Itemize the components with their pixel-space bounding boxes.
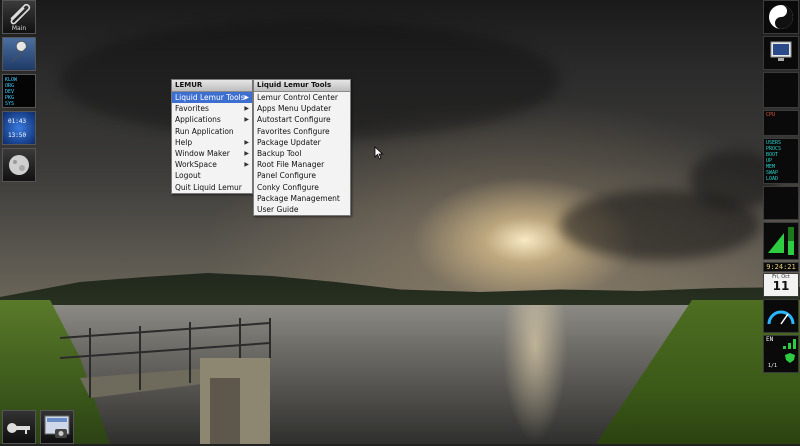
stats-text: USERS PROCS BOOT UP MEM SWAP LOAD [766,140,782,182]
keys-tile[interactable] [2,410,36,444]
system-monitor-tile[interactable]: KLOW ORG DEV PKG SYS [2,74,36,108]
screenshot-tile[interactable] [40,410,74,444]
menu-item-backup-tool[interactable]: Backup Tool [254,148,350,159]
tools-dock-tile[interactable] [2,37,36,71]
yin-yang-tile[interactable] [763,0,799,34]
menu-item-help[interactable]: Help ▶ [172,137,252,148]
clock-time-2: 13:50 [8,132,27,139]
yin-yang-icon [769,5,793,29]
menu-item-panel-configure[interactable]: Panel Configure [254,170,350,181]
time-tile: 9:24:21 [763,262,799,272]
menu-item-favorites[interactable]: Favorites ▶ [172,103,252,114]
cpu-tile: CPU [763,110,799,136]
gauge-tile [763,299,799,333]
volume-tile[interactable] [763,222,799,260]
system-monitor-icon: KLOW ORG DEV PKG SYS [5,77,18,107]
menu-item-user-guide[interactable]: User Guide [254,204,350,215]
submenu-arrow-icon: ▶ [244,94,249,101]
calendar-date: 11 [772,279,790,293]
calendar-tile[interactable]: Fri, Oct 11 [763,273,799,297]
moon-tile[interactable] [2,148,36,182]
moon-icon [9,155,29,175]
display-tile[interactable] [763,36,799,70]
right-dock: CPU USERS PROCS BOOT UP MEM SWAP LOAD 9:… [762,0,800,375]
monitor-icon [770,41,792,61]
main-label: Main [11,25,27,32]
cpu-label: CPU [766,112,776,118]
screenshot-icon [44,415,70,438]
submenu-arrow-icon: ▶ [244,116,249,124]
tools-submenu-title[interactable]: Liquid Lemur Tools [254,80,350,92]
lemur-menu: LEMUR Liquid Lemur Tools ▶ Favorites ▶ App… [171,79,253,194]
mouse-pointer-icon [374,146,384,160]
stats-tile: USERS PROCS BOOT UP MEM SWAP LOAD [763,138,799,184]
workspace-pager[interactable]: 1/1 [766,362,779,370]
menu-item-package-management[interactable]: Package Management [254,193,350,204]
graph-tile [763,72,799,108]
submenu-arrow-icon: ▶ [244,161,249,169]
menu-item-favorites-configure[interactable]: Favorites Configure [254,126,350,137]
lemur-menu-title[interactable]: LEMUR [172,80,252,92]
menu-item-logout[interactable]: Logout [172,170,252,181]
desktop-wallpaper [0,0,800,444]
keys-icon [7,423,30,434]
menu-item-applications[interactable]: Applications ▶ [172,114,252,125]
clock-time-1: 01:43 [8,118,27,125]
tools-submenu: Liquid Lemur Tools Lemur Control Center … [253,79,351,217]
submenu-arrow-icon: ▶ [244,138,249,146]
net-tile [763,186,799,220]
menu-item-conky-configure[interactable]: Conky Configure [254,182,350,193]
menu-item-autostart-configure[interactable]: Autostart Configure [254,114,350,125]
time-text: 9:24:21 [766,263,796,271]
menu-item-liquid-lemur-tools[interactable]: Liquid Lemur Tools ▶ [172,92,252,104]
clock-tile[interactable]: 01:43 13:50 [2,111,36,145]
signal-icon [783,339,796,349]
menu-item-workspace[interactable]: WorkSpace ▶ [172,159,252,170]
submenu-arrow-icon: ▶ [244,149,249,157]
tray-tile[interactable]: EN 1/1 [763,335,799,373]
menu-item-root-file-manager[interactable]: Root File Manager [254,159,350,170]
gauge-icon [767,310,795,325]
menu-item-apps-menu-updater[interactable]: Apps Menu Updater [254,103,350,114]
menu-item-quit-liquid-lemur[interactable]: Quit Liquid Lemur [172,182,252,193]
shield-icon [785,353,795,363]
menu-item-package-updater[interactable]: Package Updater [254,137,350,148]
menu-item-lemur-control-center[interactable]: Lemur Control Center [254,92,350,103]
wrench-icon [11,40,27,63]
wallpaper-bridge [60,318,271,444]
volume-icon [768,227,794,255]
submenu-arrow-icon: ▶ [244,105,249,113]
main-dock-tile[interactable]: Main [2,0,36,34]
menu-item-run-application[interactable]: Run Application [172,126,252,137]
paperclip-icon [10,3,31,25]
menu-item-window-maker[interactable]: Window Maker ▶ [172,148,252,159]
left-dock: Main KLOW ORG DEV PKG SYS 01:43 13:50 [0,0,38,185]
